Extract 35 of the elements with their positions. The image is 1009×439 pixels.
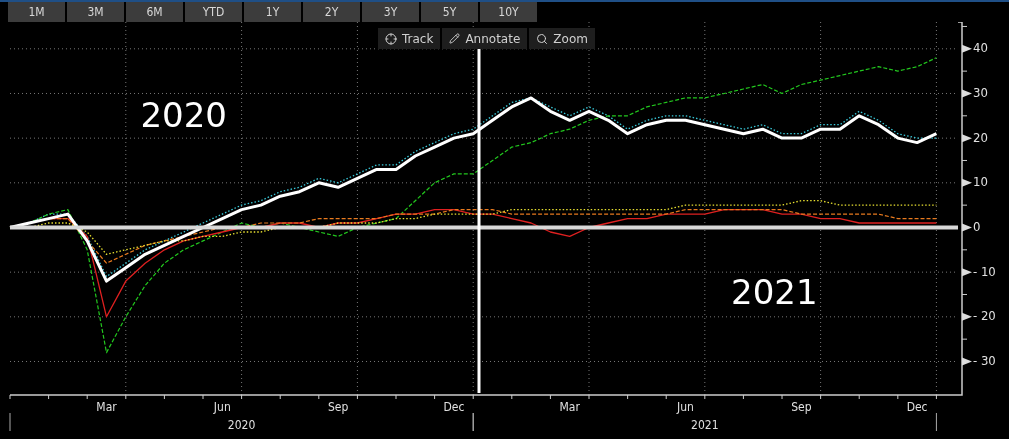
crosshair-icon <box>385 32 397 45</box>
range-button[interactable]: 2Y <box>303 2 360 22</box>
axis-label: Jun <box>677 399 694 414</box>
range-button[interactable]: 3M <box>67 2 124 22</box>
axis-label: 30 <box>973 84 988 100</box>
range-button[interactable]: 1Y <box>244 2 301 22</box>
year-label: 2021 <box>691 417 719 432</box>
axis-label: 20 <box>973 129 988 145</box>
axis-label: Sep <box>327 399 349 414</box>
range-button[interactable]: 1M <box>8 2 65 22</box>
axis-label: Sep <box>791 399 812 414</box>
range-button[interactable]: 6M <box>126 2 183 22</box>
pencil-icon <box>449 33 461 44</box>
range-button[interactable]: YTD <box>185 2 242 22</box>
year-label: 2020 <box>227 417 256 432</box>
axis-label: - 30 <box>973 353 996 368</box>
axis-label: Dec <box>906 399 928 414</box>
range-button[interactable]: 5Y <box>421 2 478 22</box>
axis-label: - 20 <box>973 308 996 324</box>
axis-label: Mar <box>96 399 117 414</box>
axis-label: Dec <box>443 399 465 414</box>
axis-label: 40 <box>973 40 988 56</box>
search-icon <box>536 32 549 45</box>
year-annotation: 2021 <box>731 272 818 312</box>
tool-button[interactable]: Annotate <box>442 28 528 49</box>
tool-button[interactable]: Zoom <box>529 28 595 49</box>
tool-button[interactable]: Track <box>378 28 441 49</box>
axis-label: 10 <box>973 174 988 190</box>
axis-label: Mar <box>559 399 580 414</box>
range-button[interactable]: 3Y <box>362 2 419 22</box>
year-annotation: 2020 <box>140 94 227 135</box>
axis-label: - 10 <box>973 263 996 279</box>
axis-label: Jun <box>213 399 231 414</box>
range-button[interactable]: 10Y <box>480 2 537 22</box>
axis-label: 0 <box>973 219 981 234</box>
